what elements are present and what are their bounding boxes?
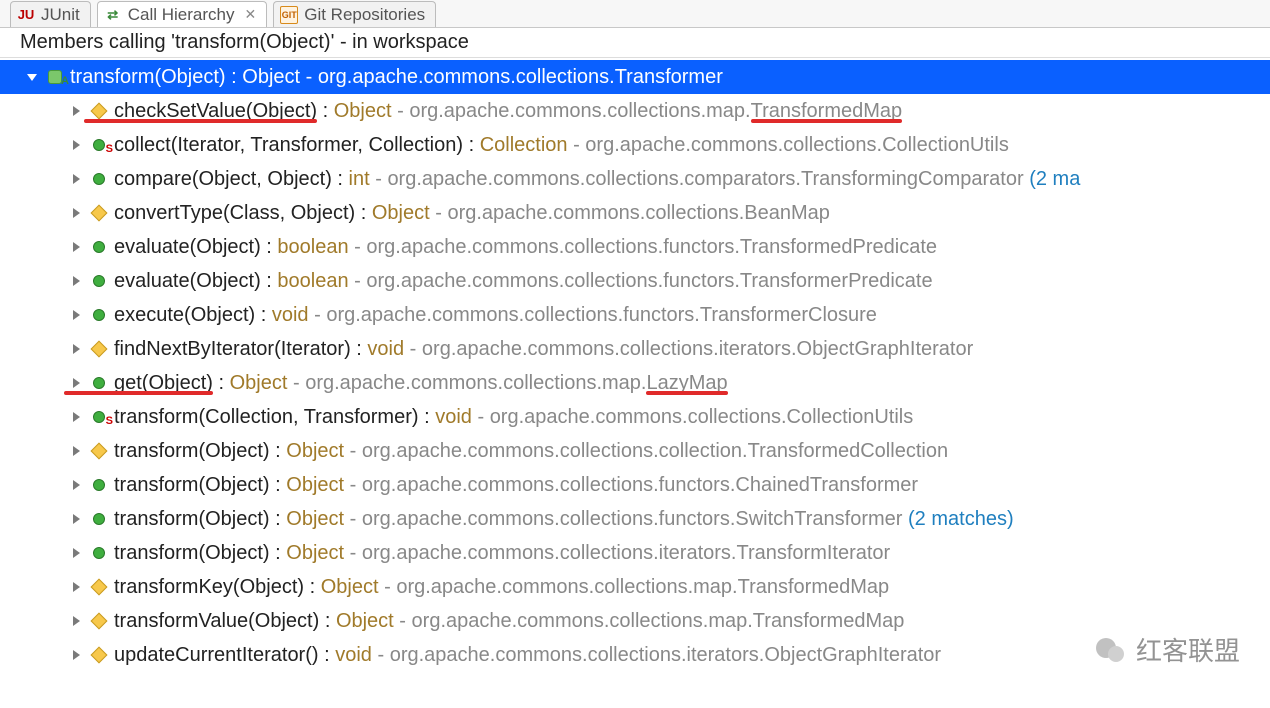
chevron-down-icon[interactable] (24, 69, 40, 85)
method-icon (90, 204, 108, 222)
chevron-right-icon[interactable] (68, 477, 84, 493)
method-icon (90, 340, 108, 358)
annotation-underline (64, 391, 213, 395)
junit-icon: JU (17, 6, 35, 24)
chevron-right-icon[interactable] (68, 307, 84, 323)
method-icon (90, 306, 108, 324)
tree-item[interactable]: transform(Object) : Object - org.apache.… (0, 468, 1270, 502)
tree-item[interactable]: evaluate(Object) : boolean - org.apache.… (0, 264, 1270, 298)
tree-item-label: transform(Object) : Object - org.apache.… (114, 502, 1014, 536)
chevron-right-icon[interactable] (68, 613, 84, 629)
chevron-right-icon[interactable] (68, 443, 84, 459)
chevron-right-icon[interactable] (68, 137, 84, 153)
method-icon (90, 102, 108, 120)
chevron-right-icon[interactable] (68, 579, 84, 595)
tree-item[interactable]: compare(Object, Object) : int - org.apac… (0, 162, 1270, 196)
tree-item[interactable]: transform(Object) : Object - org.apache.… (0, 536, 1270, 570)
watermark: 红客联盟 (1092, 631, 1240, 668)
call-hierarchy-icon: ⇄ (104, 6, 122, 24)
chevron-right-icon[interactable] (68, 647, 84, 663)
method-icon (90, 170, 108, 188)
chevron-right-icon[interactable] (68, 273, 84, 289)
tree-item-label: transformKey(Object) : Object - org.apac… (114, 570, 889, 604)
tree-item-label: transformValue(Object) : Object - org.ap… (114, 604, 904, 638)
method-icon (90, 646, 108, 664)
tab-git-repositories[interactable]: GIT Git Repositories (273, 1, 436, 27)
chevron-right-icon[interactable] (68, 103, 84, 119)
annotation-underline (646, 391, 727, 395)
method-icon: S (90, 408, 108, 426)
tree-item-label: compare(Object, Object) : int - org.apac… (114, 162, 1080, 196)
tab-label: JUnit (41, 5, 80, 25)
tree-item-label: updateCurrentIterator() : void - org.apa… (114, 638, 941, 672)
subheader-text: Members calling 'transform(Object)' - in… (20, 31, 469, 54)
method-icon (90, 578, 108, 596)
call-hierarchy-tree[interactable]: A transform(Object) : Object - org.apach… (0, 58, 1270, 672)
method-icon (90, 544, 108, 562)
tree-item[interactable]: transform(Object) : Object - org.apache.… (0, 502, 1270, 536)
tree-item-label: transform(Object) : Object - org.apache.… (114, 536, 890, 570)
git-icon: GIT (280, 6, 298, 24)
tree-item[interactable]: transformValue(Object) : Object - org.ap… (0, 604, 1270, 638)
chevron-right-icon[interactable] (68, 409, 84, 425)
tree-item[interactable]: findNextByIterator(Iterator) : void - or… (0, 332, 1270, 366)
method-icon (90, 510, 108, 528)
tree-item-label: evaluate(Object) : boolean - org.apache.… (114, 264, 933, 298)
tree-item[interactable]: convertType(Class, Object) : Object - or… (0, 196, 1270, 230)
chevron-right-icon[interactable] (68, 341, 84, 357)
close-icon[interactable]: ✕ (244, 6, 256, 23)
method-icon (90, 374, 108, 392)
tab-junit[interactable]: JU JUnit (10, 1, 91, 27)
tree-item-label: collect(Iterator, Transformer, Collectio… (114, 128, 1009, 162)
subheader: Members calling 'transform(Object)' - in… (0, 28, 1270, 58)
wechat-icon (1092, 632, 1128, 668)
tab-bar: JU JUnit ⇄ Call Hierarchy ✕ GIT Git Repo… (0, 0, 1270, 28)
method-icon (90, 612, 108, 630)
tree-item-label: findNextByIterator(Iterator) : void - or… (114, 332, 973, 366)
tree-item-label: execute(Object) : void - org.apache.comm… (114, 298, 877, 332)
tree-item[interactable]: transform(Object) : Object - org.apache.… (0, 434, 1270, 468)
annotation-underline (751, 119, 903, 123)
method-icon (90, 442, 108, 460)
watermark-text: 红客联盟 (1136, 631, 1240, 668)
tree-item-label: convertType(Class, Object) : Object - or… (114, 196, 830, 230)
method-icon (90, 272, 108, 290)
tree-root[interactable]: A transform(Object) : Object - org.apach… (0, 60, 1270, 94)
tree-item[interactable]: execute(Object) : void - org.apache.comm… (0, 298, 1270, 332)
chevron-right-icon[interactable] (68, 511, 84, 527)
tab-call-hierarchy[interactable]: ⇄ Call Hierarchy ✕ (97, 1, 267, 27)
chevron-right-icon[interactable] (68, 375, 84, 391)
tree-item-label: transform(Object) : Object - org.apache.… (70, 60, 723, 94)
tree-item-label: evaluate(Object) : boolean - org.apache.… (114, 230, 937, 264)
method-icon (90, 238, 108, 256)
tree-item[interactable]: transformKey(Object) : Object - org.apac… (0, 570, 1270, 604)
tree-item-label: transform(Collection, Transformer) : voi… (114, 400, 913, 434)
tab-label: Call Hierarchy (128, 5, 235, 25)
chevron-right-icon[interactable] (68, 545, 84, 561)
chevron-right-icon[interactable] (68, 239, 84, 255)
tree-item[interactable]: get(Object) : Object - org.apache.common… (0, 366, 1270, 400)
tree-item[interactable]: S transform(Collection, Transformer) : v… (0, 400, 1270, 434)
tree-item[interactable]: updateCurrentIterator() : void - org.apa… (0, 638, 1270, 672)
tree-item[interactable]: S collect(Iterator, Transformer, Collect… (0, 128, 1270, 162)
tree-item-label: transform(Object) : Object - org.apache.… (114, 434, 948, 468)
annotation-underline (84, 119, 317, 123)
chevron-right-icon[interactable] (68, 171, 84, 187)
method-icon: S (90, 136, 108, 154)
tree-item[interactable]: evaluate(Object) : boolean - org.apache.… (0, 230, 1270, 264)
tab-label: Git Repositories (304, 5, 425, 25)
interface-method-icon: A (46, 68, 64, 86)
tree-item[interactable]: checkSetValue(Object) : Object - org.apa… (0, 94, 1270, 128)
method-icon (90, 476, 108, 494)
chevron-right-icon[interactable] (68, 205, 84, 221)
tree-item-label: transform(Object) : Object - org.apache.… (114, 468, 918, 502)
